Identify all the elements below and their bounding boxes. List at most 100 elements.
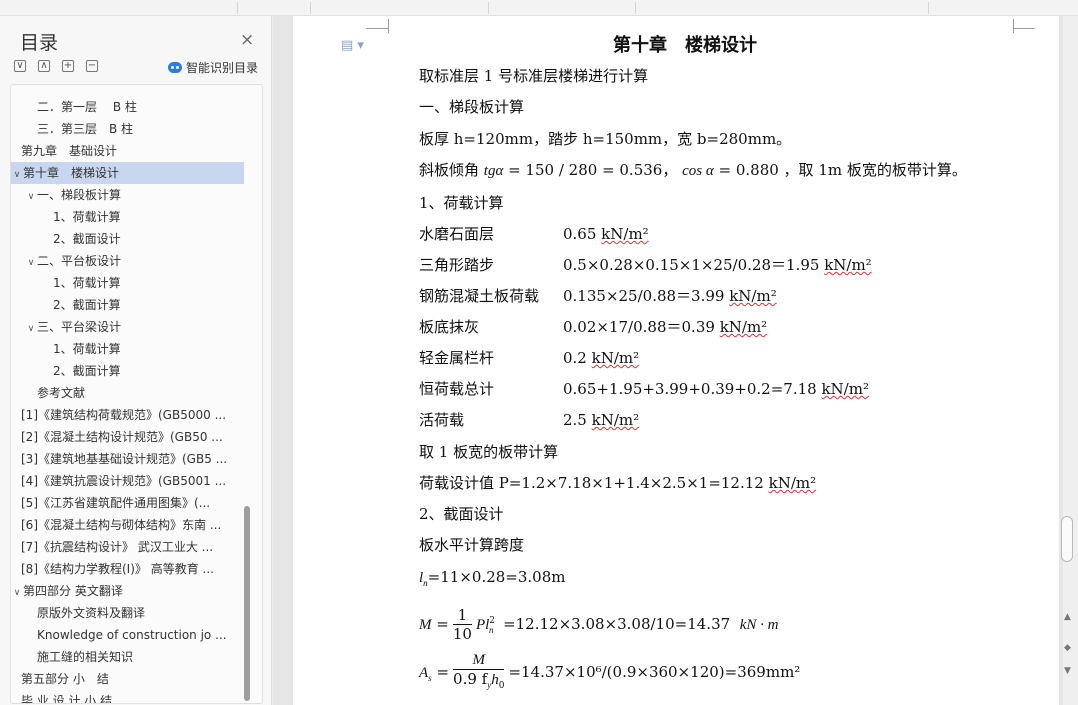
incline-text: 斜板倾角 tgα = 150 / 280 = 0.536， cos α = 0.… [419, 160, 967, 181]
toc-item[interactable]: [7]《抗震结构设计》 武汉工业大 ... [11, 536, 244, 558]
toc-item-label: 一、梯段板计算 [37, 188, 122, 202]
load-name: 水磨石面层 [419, 225, 495, 243]
design-load-value: 荷载设计值 P=1.2×7.18×1+1.4×2.5×1=12.12 [419, 474, 769, 492]
toc-item[interactable]: 施工缝的相关知识 [11, 646, 244, 668]
unit-text: kN/m² [768, 474, 817, 492]
document-scrollbar[interactable] [1063, 16, 1078, 705]
page-outline-icon[interactable]: ▤ ▾ [341, 38, 364, 53]
toc-item-label: 二、平台板设计 [37, 254, 122, 268]
toc-item-label: 施工缝的相关知识 [37, 650, 134, 664]
prev-page-icon[interactable]: ◆ [1064, 643, 1071, 653]
close-icon[interactable]: × [240, 30, 254, 50]
unit-text: kN/m² [591, 349, 640, 367]
toc-sidebar: 目录 × ∨ ∧ + − 智能识别目录 二．第一层 B 柱三．第三层 B 柱第九… [0, 16, 272, 705]
toc-item[interactable]: 第九章 基础设计 [11, 140, 244, 162]
toc-item[interactable]: 原版外文资料及翻译 [11, 602, 244, 624]
area-fraction: M 0.9 fyh0 [453, 652, 505, 695]
toc-item-label: 2、截面计算 [53, 364, 121, 378]
toc-item[interactable]: [2]《混凝土结构设计规范》(GB50 ... [11, 426, 244, 448]
toc-item[interactable]: 三．第三层 B 柱 [11, 118, 244, 140]
pl-symbol: Pl [475, 617, 490, 633]
toc-item[interactable]: Knowledge of construction jo ... [11, 624, 244, 646]
intro-text: 取标准层 1 号标准层楼梯进行计算 [419, 67, 649, 85]
unit-text: kN/m² [591, 411, 640, 429]
next-page-icon[interactable]: ▼ [1064, 666, 1071, 676]
toc-item[interactable]: 2、截面计算 [11, 360, 244, 382]
chevron-down-icon[interactable]: ∨ [25, 318, 37, 338]
toc-item[interactable]: 1、荷载计算 [11, 206, 244, 228]
chevron-down-icon[interactable]: ∨ [11, 164, 23, 184]
toc-item[interactable]: [3]《建筑地基基础设计规范》(GB5 ... [11, 448, 244, 470]
page-corner-mark [1013, 28, 1035, 29]
incline-label: 斜板倾角 [419, 161, 484, 179]
toc-item[interactable]: ∨ 二、平台板设计 [11, 250, 244, 272]
incline-rest: = 0.880 ，取 1m 板宽的板带计算。 [713, 161, 967, 179]
incline-value: = 150 / 280 = 0.536， [503, 161, 683, 179]
sidebar-scrollbar[interactable] [244, 506, 250, 701]
window-top-strip [0, 0, 1078, 16]
toc-item[interactable]: 参考文献 [11, 382, 244, 404]
scroll-up-icon[interactable]: ▲ [1064, 612, 1071, 622]
add-heading-icon[interactable]: + [62, 60, 74, 72]
toc-item[interactable]: [8]《结构力学教程(I)》 高等教育 ... [11, 558, 244, 580]
smart-toc-button[interactable]: 智能识别目录 [168, 59, 258, 76]
toc-item-label: 第五部分 小 结 [21, 672, 109, 686]
toc-item[interactable]: 二．第一层 B 柱 [11, 96, 244, 118]
load-value: 2.5 kN/m² [563, 410, 639, 430]
chevron-down-icon[interactable]: ∨ [25, 252, 37, 272]
toc-item[interactable]: [5]《江苏省建筑配件通用图集》(... [11, 492, 244, 514]
ln-formula: ln=11×0.28=3.08m [419, 567, 565, 593]
as-symbol: A [419, 665, 429, 681]
toc-item[interactable]: [6]《混凝土结构与砌体结构》东南 ... [11, 514, 244, 536]
toc-item-label: [3]《建筑地基基础设计规范》(GB5 ... [21, 452, 228, 466]
toc-item-label: Knowledge of construction jo ... [37, 628, 227, 642]
toc-item-label: [4]《建筑抗震设计规范》(GB5001 ... [21, 474, 227, 488]
fraction-numerator: 1 [452, 607, 472, 625]
toc-item[interactable]: 毕 业 设 计 小 结 [11, 690, 244, 703]
toc-item[interactable]: 第五部分 小 结 [11, 668, 244, 690]
toc-item[interactable]: ∨ 第四部分 英文翻译 [11, 580, 244, 602]
toc-item-label: 1、荷载计算 [53, 210, 121, 224]
as-subscript: s [428, 673, 432, 683]
toc-item[interactable]: [4]《建筑抗震设计规范》(GB5001 ... [11, 470, 244, 492]
area-formula: As = M 0.9 fyh0 =14.37×10⁶/(0.9×360×120)=36… [419, 650, 800, 694]
toc-tree: 二．第一层 B 柱三．第三层 B 柱第九章 基础设计 ∨ 第十章 楼梯设计 ∨ 一、梯段… [10, 84, 263, 704]
load-value: 0.65 kN/m² [563, 224, 649, 244]
remove-heading-icon[interactable]: − [86, 60, 98, 72]
load-value: 0.2 kN/m² [563, 348, 639, 368]
expand-all-icon[interactable]: ∧ [38, 60, 50, 72]
document-page: ▤ ▾ 第十章 楼梯设计 取标准层 1 号标准层楼梯进行计算 一、梯段板计算 板… [293, 16, 1059, 705]
toc-item-label: [8]《结构力学教程(I)》 高等教育 ... [21, 562, 214, 576]
toc-item[interactable]: ∨ 第十章 楼梯设计 [11, 162, 244, 184]
moment-symbol: M [419, 617, 432, 633]
load-value-number: 0.135×25/0.88＝3.99 [563, 287, 730, 305]
toc-item-label: 三、平台梁设计 [37, 320, 122, 334]
toc-item-label: [7]《抗震结构设计》 武汉工业大 ... [21, 540, 214, 554]
toc-item-label: 二．第一层 B 柱 [37, 100, 137, 114]
load-value-number: 0.2 [563, 349, 592, 367]
subsection-heading: 1、荷载计算 [419, 194, 504, 212]
ai-robot-icon [168, 62, 182, 73]
toc-item[interactable]: ∨ 三、平台梁设计 [11, 316, 244, 338]
load-name: 板底抹灰 [419, 318, 480, 336]
load-value: 0.135×25/0.88＝3.99 kN/m² [563, 286, 777, 306]
chevron-down-icon[interactable]: ∨ [11, 582, 23, 602]
toc-item[interactable]: 2、截面计算 [11, 294, 244, 316]
design-load-text: 荷载设计值 P=1.2×7.18×1+1.4×2.5×1=12.12 kN/m² [419, 473, 816, 493]
toc-title: 目录 [20, 32, 59, 54]
load-name: 三角形踏步 [419, 256, 495, 274]
toc-item[interactable]: 1、荷载计算 [11, 272, 244, 294]
toc-item[interactable]: 1、荷载计算 [11, 338, 244, 360]
fraction-numerator: M [453, 652, 505, 670]
span-heading: 板水平计算跨度 [419, 536, 525, 554]
collapse-all-icon[interactable]: ∨ [14, 60, 26, 72]
strip-text: 取 1 板宽的板带计算 [419, 443, 559, 461]
chevron-down-icon[interactable]: ∨ [25, 186, 37, 206]
document-scroll-thumb[interactable] [1061, 516, 1073, 562]
toc-item-label: 参考文献 [37, 386, 86, 400]
toc-item[interactable]: [1]《建筑结构荷载规范》(GB5000 ... [11, 404, 244, 426]
toc-item[interactable]: 2、截面设计 [11, 228, 244, 250]
load-value: 0.65+1.95+3.99+0.39+0.2=7.18 kN/m² [563, 379, 869, 399]
toc-item[interactable]: ∨ 一、梯段板计算 [11, 184, 244, 206]
toc-item-label: 原版外文资料及翻译 [37, 606, 146, 620]
